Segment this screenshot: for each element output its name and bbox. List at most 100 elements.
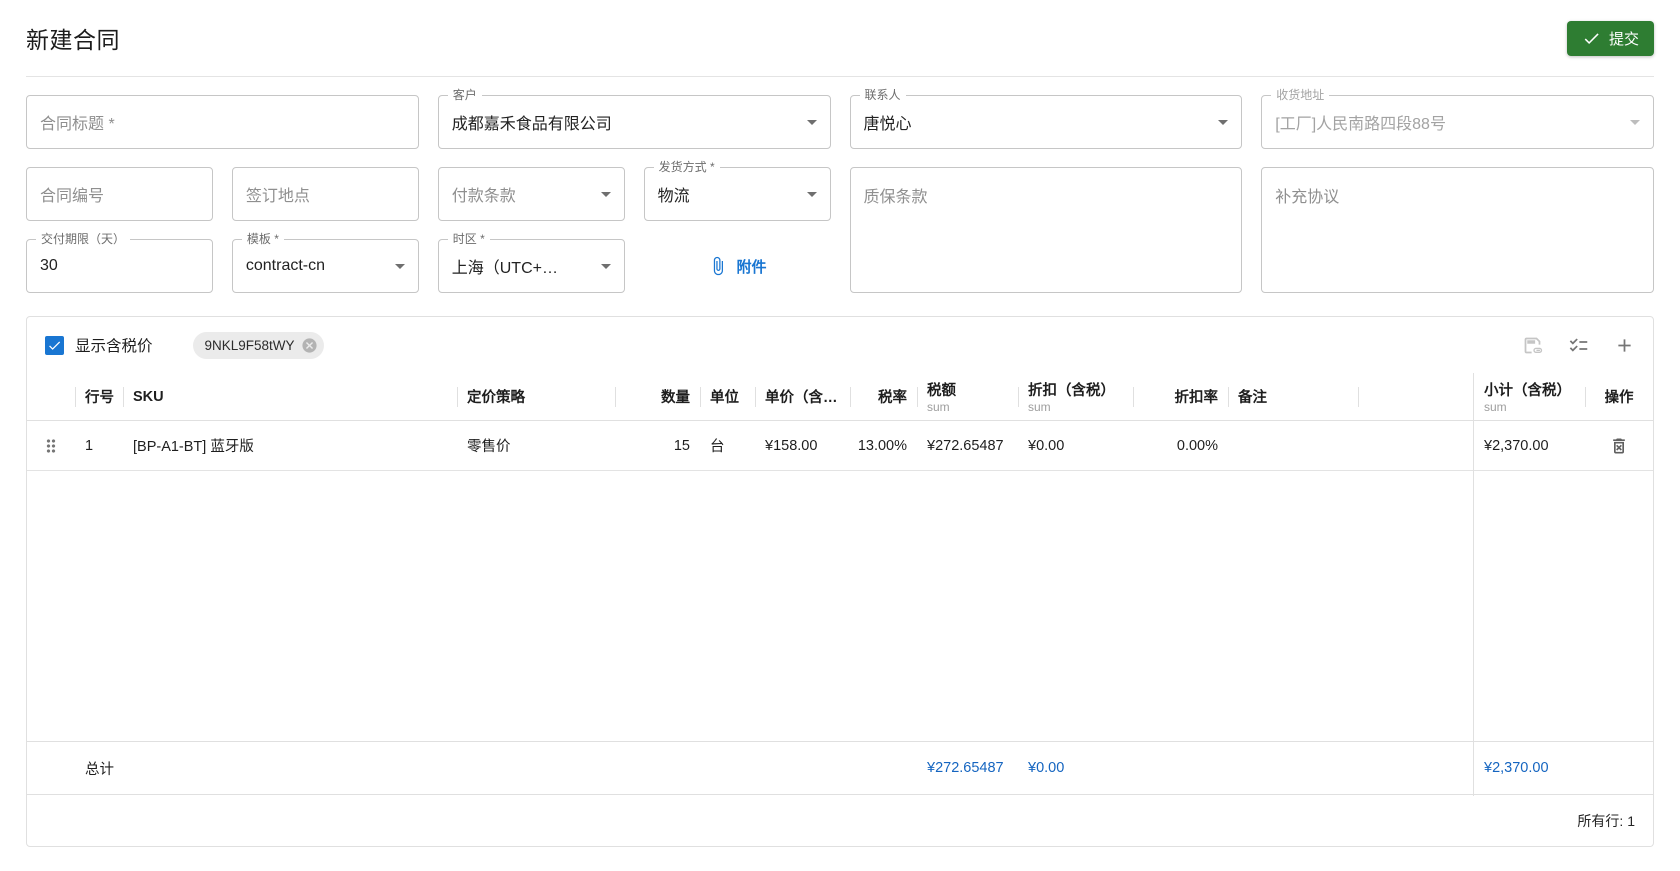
cell-subtotal: ¥2,370.00 bbox=[1484, 437, 1549, 454]
contract-title-placeholder: 合同标题 * bbox=[40, 116, 115, 133]
customer-select[interactable]: 客户 成都嘉禾食品有限公司 bbox=[437, 88, 831, 149]
attachment-label: 附件 bbox=[736, 258, 767, 276]
filter-chip[interactable]: 9NKL9F58tWY bbox=[192, 331, 324, 359]
submit-button[interactable]: 提交 bbox=[1566, 20, 1654, 56]
customer-value: 成都嘉禾食品有限公司 bbox=[451, 116, 612, 133]
show-tax-checkbox[interactable] bbox=[45, 335, 64, 355]
col-header-tax-rate[interactable]: 税率 bbox=[850, 373, 917, 420]
contact-label: 联系人 bbox=[859, 88, 906, 103]
grid-toolbar-icons bbox=[1522, 335, 1635, 356]
chevron-down-icon bbox=[1211, 110, 1235, 134]
col-header-unit-price[interactable]: 单价（含… bbox=[755, 373, 850, 420]
paperclip-icon bbox=[713, 256, 723, 276]
shipping-address-select: 收货地址 [工厂]人民南路四段88号 bbox=[1261, 88, 1654, 149]
save-view-icon[interactable] bbox=[1522, 335, 1543, 356]
grid-empty-area bbox=[27, 471, 1653, 741]
col-header-discount-rate[interactable]: 折扣率 bbox=[1133, 373, 1228, 420]
drag-column-header bbox=[27, 373, 75, 420]
cell-qty[interactable]: 15 bbox=[615, 438, 700, 454]
table-row: 1 [BP-A1-BT] 蓝牙版 零售价 15 台 ¥158.00 13.00%… bbox=[27, 421, 1653, 471]
grid-header-row: 行号 SKU 定价策略 数量 单位 单价（含… 税率 税额 sum 折扣（含税） s… bbox=[27, 373, 1653, 421]
submit-label: 提交 bbox=[1608, 30, 1639, 48]
form-row-1: 合同标题 * 客户 成都嘉禾食品有限公司 联系人 唐悦心 收货地址 [工厂]人民… bbox=[26, 88, 1654, 149]
total-subtotal: ¥2,370.00 bbox=[1484, 760, 1549, 776]
total-label: 总计 bbox=[85, 761, 114, 778]
chevron-down-icon bbox=[594, 182, 618, 206]
col-header-discount[interactable]: 折扣（含税） sum bbox=[1018, 373, 1133, 420]
page-title: 新建合同 bbox=[26, 27, 120, 53]
line-items-grid: 显示含税价 9NKL9F58tWY 行号 SKU 定价策略 数量 单位 单价（含… bbox=[26, 316, 1654, 847]
chevron-down-icon bbox=[800, 110, 824, 134]
col-header-unit[interactable]: 单位 bbox=[700, 373, 755, 420]
delivery-days-value: 30 bbox=[40, 257, 58, 274]
chevron-down-icon bbox=[1623, 110, 1647, 134]
col-header-spacer bbox=[1358, 373, 1474, 420]
contract-no-placeholder: 合同编号 bbox=[40, 188, 105, 205]
cell-unit-price[interactable]: ¥158.00 bbox=[755, 438, 850, 454]
contact-select[interactable]: 联系人 唐悦心 bbox=[849, 88, 1243, 149]
delete-row-icon[interactable] bbox=[1609, 436, 1629, 456]
cell-tax-rate[interactable]: 13.00% bbox=[850, 438, 917, 454]
cell-tax-amount: ¥272.65487 bbox=[927, 437, 1004, 454]
total-discount: ¥0.00 bbox=[1028, 760, 1065, 776]
grid-status-bar: 所有行: 1 bbox=[27, 794, 1653, 846]
new-contract-page: 新建合同 提交 合同标题 * 客户 成都嘉禾食品有限公司 联系人 唐悦心 收货地… bbox=[0, 0, 1680, 847]
checklist-icon[interactable] bbox=[1568, 335, 1589, 356]
cell-pricing[interactable]: 零售价 bbox=[457, 435, 615, 456]
supplement-textarea[interactable]: 补充协议 bbox=[1261, 167, 1654, 293]
chevron-down-icon bbox=[594, 254, 618, 278]
delivery-days-input[interactable]: 交付期限（天） 30 bbox=[26, 232, 213, 293]
contract-title-input[interactable]: 合同标题 * bbox=[26, 95, 419, 149]
shipping-method-select[interactable]: 发货方式 * 物流 bbox=[643, 160, 831, 221]
delivery-days-label: 交付期限（天） bbox=[36, 232, 131, 247]
shipping-method-value: 物流 bbox=[657, 188, 690, 205]
shipping-address-label: 收货地址 bbox=[1271, 88, 1330, 103]
filter-chip-label: 9NKL9F58tWY bbox=[204, 337, 295, 353]
warranty-placeholder: 质保条款 bbox=[863, 189, 928, 206]
signing-place-placeholder: 签订地点 bbox=[245, 188, 310, 205]
col-header-sku[interactable]: SKU bbox=[123, 373, 457, 420]
row-count-label: 所有行: 1 bbox=[1577, 812, 1635, 829]
contract-no-input[interactable]: 合同编号 bbox=[26, 167, 213, 221]
cell-discount[interactable]: ¥0.00 bbox=[1018, 438, 1133, 454]
form-rows-2-3: 合同编号 签订地点 付款条款 发货方式 * 物流 质保条款 补充协议 交付期限（… bbox=[26, 160, 1654, 293]
supplement-placeholder: 补充协议 bbox=[1275, 189, 1340, 206]
drag-handle-icon[interactable] bbox=[41, 436, 61, 456]
template-value: contract-cn bbox=[245, 257, 326, 274]
template-label: 模板 * bbox=[241, 232, 284, 247]
contact-value: 唐悦心 bbox=[863, 116, 912, 133]
timezone-label: 时区 * bbox=[447, 232, 490, 247]
col-header-subtotal[interactable]: 小计（含税） sum bbox=[1474, 373, 1585, 420]
timezone-select[interactable]: 时区 * 上海（UTC+… bbox=[437, 232, 625, 293]
col-header-tax-amount[interactable]: 税额 sum bbox=[917, 373, 1018, 420]
add-row-icon[interactable] bbox=[1614, 335, 1635, 356]
grid-toolbar: 显示含税价 9NKL9F58tWY bbox=[27, 317, 1653, 373]
warranty-textarea[interactable]: 质保条款 bbox=[849, 167, 1243, 293]
timezone-value: 上海（UTC+… bbox=[451, 260, 558, 277]
cell-line-no: 1 bbox=[85, 437, 94, 454]
payment-terms-select[interactable]: 付款条款 bbox=[437, 167, 625, 221]
grid-total-row: 总计 ¥272.65487 ¥0.00 ¥2,370.00 bbox=[27, 741, 1653, 794]
col-header-qty[interactable]: 数量 bbox=[615, 373, 700, 420]
show-tax-label: 显示含税价 bbox=[75, 338, 153, 355]
cell-discount-rate[interactable]: 0.00% bbox=[1133, 438, 1228, 454]
col-header-line-no[interactable]: 行号 bbox=[75, 373, 123, 420]
template-select[interactable]: 模板 * contract-cn bbox=[231, 232, 419, 293]
col-header-actions: 操作 bbox=[1585, 373, 1653, 420]
signing-place-input[interactable]: 签订地点 bbox=[231, 167, 419, 221]
chevron-down-icon bbox=[388, 254, 412, 278]
total-tax-amount: ¥272.65487 bbox=[927, 760, 1004, 776]
cell-unit[interactable]: 台 bbox=[700, 435, 755, 456]
col-header-pricing[interactable]: 定价策略 bbox=[457, 373, 615, 420]
attachment-button[interactable]: 附件 bbox=[644, 239, 831, 293]
chevron-down-icon bbox=[800, 182, 824, 206]
chip-close-icon[interactable] bbox=[301, 337, 318, 354]
customer-label: 客户 bbox=[447, 88, 482, 103]
check-icon bbox=[49, 341, 61, 350]
shipping-method-label: 发货方式 * bbox=[653, 160, 720, 175]
col-header-note[interactable]: 备注 bbox=[1228, 373, 1358, 420]
payment-terms-placeholder: 付款条款 bbox=[451, 188, 516, 205]
topbar: 新建合同 提交 bbox=[26, 0, 1654, 77]
shipping-address-value: [工厂]人民南路四段88号 bbox=[1275, 116, 1446, 133]
cell-sku[interactable]: [BP-A1-BT] 蓝牙版 bbox=[123, 435, 457, 456]
